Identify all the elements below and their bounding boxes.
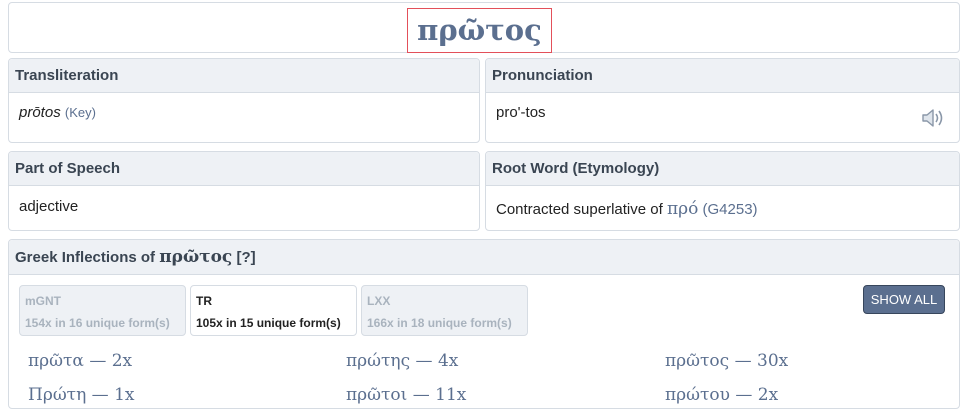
tab-mgnt-name: mGNT xyxy=(25,294,61,308)
transliteration-panel: Transliteration prōtos (Key) xyxy=(8,58,480,143)
tab-tr-detail: 105x in 15 unique form(s) xyxy=(196,316,341,330)
pronunciation-panel: Pronunciation pro'-tos xyxy=(485,58,960,143)
part-of-speech-heading: Part of Speech xyxy=(9,152,479,186)
tab-tr[interactable]: TR 105x in 15 unique form(s) xyxy=(190,285,357,336)
root-word-heading: Root Word (Etymology) xyxy=(486,152,959,186)
transliteration-heading: Transliteration xyxy=(9,59,479,93)
inflections-help-link[interactable]: [?] xyxy=(236,249,255,266)
tab-mgnt[interactable]: mGNT 154x in 16 unique form(s) xyxy=(19,285,186,336)
part-of-speech-panel: Part of Speech adjective xyxy=(8,151,480,231)
tab-lxx-detail: 166x in 18 unique form(s) xyxy=(367,316,512,330)
inflections-heading: Greek Inflections of πρῶτος [?] xyxy=(9,240,959,275)
root-word-panel: Root Word (Etymology) Contracted superla… xyxy=(485,151,960,231)
inflection-form[interactable]: πρώτης — 4x xyxy=(346,351,458,371)
inflection-form[interactable]: πρώτου — 2x xyxy=(665,385,778,405)
pronunciation-value: pro'-tos xyxy=(496,104,546,121)
tab-lxx-name: LXX xyxy=(367,294,391,308)
root-word-greek-link[interactable]: πρό xyxy=(667,199,698,219)
part-of-speech-value: adjective xyxy=(19,198,79,215)
inflection-form[interactable]: πρῶτος — 30x xyxy=(665,351,788,371)
tab-lxx[interactable]: LXX 166x in 18 unique form(s) xyxy=(361,285,528,336)
pronunciation-heading: Pronunciation xyxy=(486,59,959,93)
lemma-title: πρῶτος xyxy=(407,8,552,53)
inflections-lemma: πρῶτος xyxy=(159,247,233,267)
inflection-form[interactable]: πρῶτοι — 11x xyxy=(346,385,466,405)
speaker-icon[interactable] xyxy=(921,107,947,129)
show-all-button[interactable]: SHOW ALL xyxy=(863,285,945,314)
root-word-strongs-link[interactable]: (G4253) xyxy=(703,201,758,218)
tab-tr-name: TR xyxy=(196,294,212,308)
root-word-text: Contracted superlative of xyxy=(496,201,663,218)
tab-mgnt-detail: 154x in 16 unique form(s) xyxy=(25,316,170,330)
inflection-form[interactable]: Πρώτη — 1x xyxy=(28,385,134,405)
transliteration-key-link[interactable]: (Key) xyxy=(65,105,96,120)
inflections-title-prefix: Greek Inflections of xyxy=(15,249,156,266)
inflection-form[interactable]: πρῶτα — 2x xyxy=(28,351,132,371)
transliteration-value: prōtos xyxy=(19,104,61,121)
